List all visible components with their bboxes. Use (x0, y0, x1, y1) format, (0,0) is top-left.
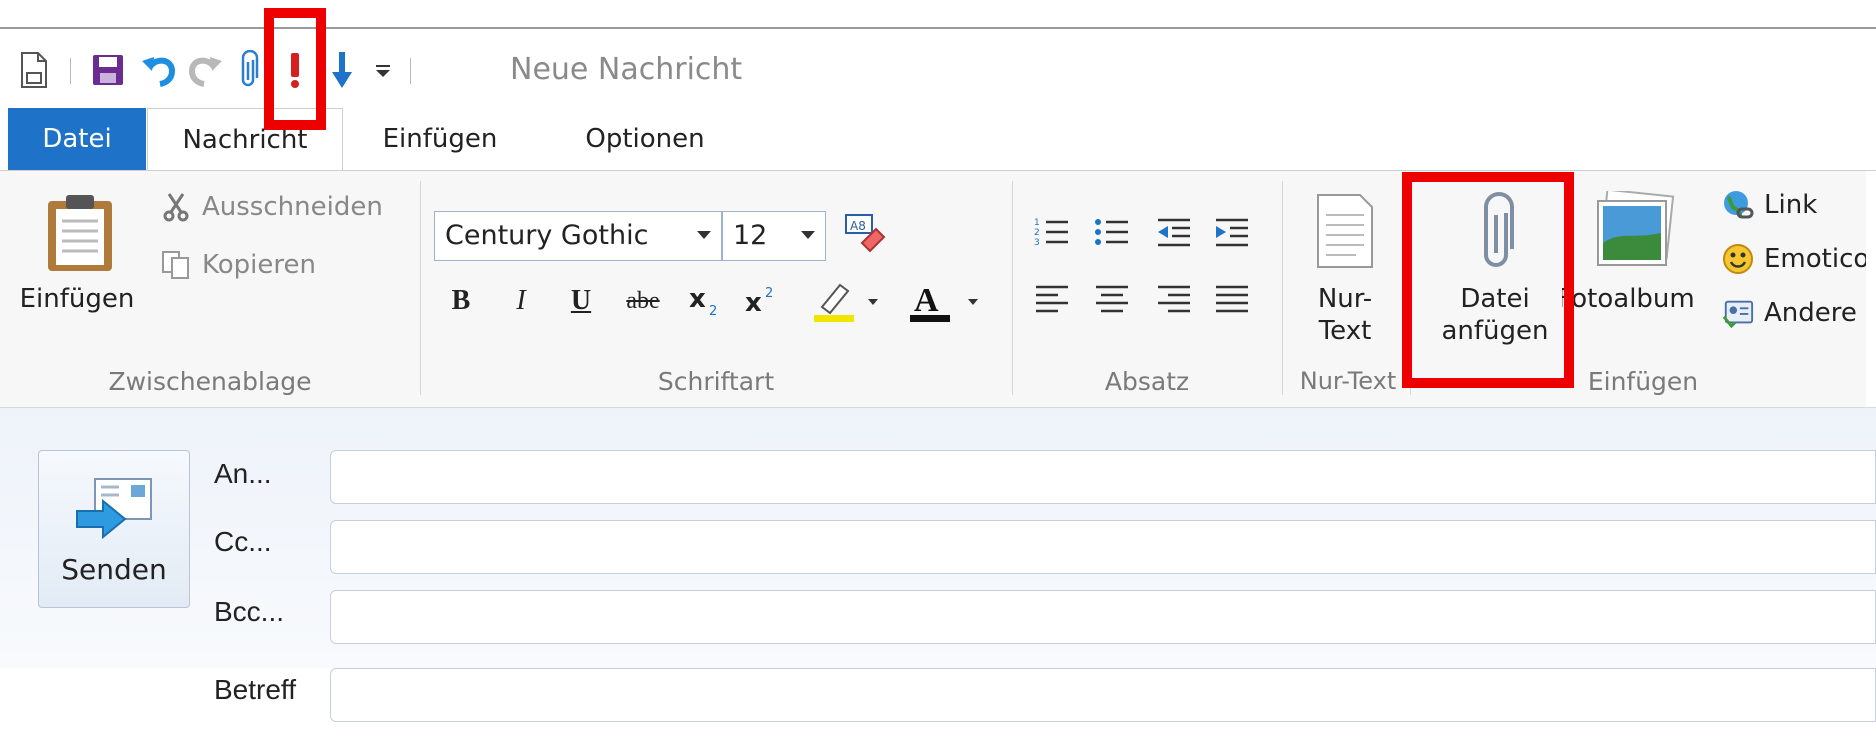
annotation-highlight-box (264, 8, 326, 130)
svg-text:x: x (745, 288, 762, 317)
paste-icon[interactable] (42, 191, 118, 273)
cc-field[interactable] (330, 520, 1876, 574)
plain-text-label-line1: Nur- (1317, 284, 1373, 314)
redo-icon[interactable] (184, 48, 228, 92)
svg-text:A8: A8 (850, 219, 866, 233)
highlight-color-button[interactable] (808, 279, 888, 323)
attach-file-icon[interactable] (228, 48, 268, 92)
subscript-button[interactable]: x2 (684, 279, 730, 323)
other-items-button[interactable]: Andere (1722, 297, 1857, 329)
cut-label: Ausschneiden (202, 192, 383, 222)
group-label-absatz: Absatz (1104, 367, 1190, 396)
link-label: Link (1764, 190, 1818, 220)
plain-text-icon[interactable] (1316, 193, 1374, 269)
align-center-icon[interactable] (1094, 283, 1130, 315)
align-left-icon[interactable] (1034, 283, 1070, 315)
annotation-highlight-box (1402, 172, 1574, 388)
send-button[interactable]: Senden (38, 450, 190, 608)
scissors-icon (160, 191, 192, 223)
justify-icon[interactable] (1214, 283, 1250, 315)
bcc-field[interactable] (330, 590, 1876, 644)
low-priority-icon[interactable] (326, 48, 358, 92)
strikethrough-button[interactable]: abe (616, 279, 670, 323)
other-label: Andere (1764, 298, 1857, 328)
svg-text:x: x (689, 285, 706, 314)
send-label: Senden (61, 553, 167, 586)
save-icon[interactable] (86, 48, 130, 92)
new-document-icon[interactable] (14, 48, 54, 92)
clear-formatting-icon[interactable]: A8 (842, 211, 888, 257)
group-label-schriftart: Schriftart (657, 367, 775, 396)
customize-toolbar-icon[interactable] (370, 48, 396, 92)
plain-text-button[interactable]: Nur- Text (1290, 283, 1400, 347)
photo-album-button[interactable]: Fotoalbum (1562, 283, 1710, 315)
font-family-select[interactable]: Century Gothic (434, 211, 722, 261)
svg-text:1: 1 (1034, 218, 1040, 228)
bcc-button[interactable]: Bcc... (214, 596, 284, 628)
smiley-icon (1722, 243, 1754, 275)
toolbar-separator (70, 58, 71, 84)
copy-icon (160, 249, 192, 281)
photo-album-label: Fotoalbum (1562, 284, 1695, 314)
decrease-indent-icon[interactable] (1156, 217, 1192, 249)
cc-button[interactable]: Cc... (214, 526, 272, 558)
globe-link-icon (1722, 189, 1754, 221)
svg-text:3: 3 (1034, 238, 1040, 248)
ribbon-clip-edge (1866, 171, 1876, 407)
increase-indent-icon[interactable] (1214, 217, 1250, 249)
photo-album-icon[interactable] (1594, 188, 1676, 271)
group-separator (420, 181, 421, 395)
emoticon-button[interactable]: Emoticon (1722, 243, 1876, 275)
numbered-list-icon[interactable]: 123 (1034, 217, 1070, 249)
copy-label: Kopieren (202, 250, 316, 280)
font-size-select[interactable]: 12 (722, 211, 826, 261)
tab-datei[interactable]: Datei (8, 108, 146, 170)
svg-text:2: 2 (1034, 228, 1040, 238)
subject-label: Betreff (214, 674, 296, 705)
underline-button[interactable]: U (560, 279, 602, 323)
svg-text:A: A (914, 282, 939, 319)
ribbon: Einfügen Ausschneiden Kopieren Zwischena… (0, 170, 1876, 408)
subject-field[interactable] (330, 668, 1876, 722)
group-separator (1282, 181, 1283, 395)
font-size-value: 12 (733, 220, 768, 251)
font-color-button[interactable]: A (906, 279, 988, 323)
toolbar-separator (410, 58, 411, 84)
italic-button[interactable]: I (500, 279, 542, 323)
plain-text-label-line2: Text (1318, 316, 1372, 346)
paste-button[interactable]: Einfügen (12, 283, 142, 315)
group-label-zwischenablage: Zwischenablage (108, 367, 312, 396)
align-right-icon[interactable] (1156, 283, 1192, 315)
group-separator (1012, 181, 1013, 395)
cut-button[interactable]: Ausschneiden (160, 191, 383, 223)
font-family-value: Century Gothic (445, 220, 649, 251)
chevron-down-icon (801, 231, 815, 239)
send-mail-icon (73, 473, 157, 543)
contact-card-icon (1722, 297, 1754, 329)
undo-icon[interactable] (136, 48, 180, 92)
svg-text:2: 2 (765, 286, 773, 301)
to-button[interactable]: An... (214, 458, 272, 490)
window-title: Neue Nachricht (510, 52, 743, 87)
superscript-button[interactable]: x2 (740, 279, 786, 323)
bold-button[interactable]: B (440, 279, 482, 323)
svg-text:2: 2 (709, 304, 717, 317)
tab-optionen[interactable]: Optionen (570, 108, 720, 170)
group-label-nur-text: Nur-Text (1299, 367, 1397, 395)
to-field[interactable] (330, 450, 1876, 504)
chevron-down-icon (697, 231, 711, 239)
emoticon-label: Emoticon (1764, 244, 1876, 274)
bullet-list-icon[interactable] (1094, 217, 1130, 249)
insert-link-button[interactable]: Link (1722, 189, 1817, 221)
copy-button[interactable]: Kopieren (160, 249, 316, 281)
tab-einfuegen[interactable]: Einfügen (370, 108, 510, 170)
